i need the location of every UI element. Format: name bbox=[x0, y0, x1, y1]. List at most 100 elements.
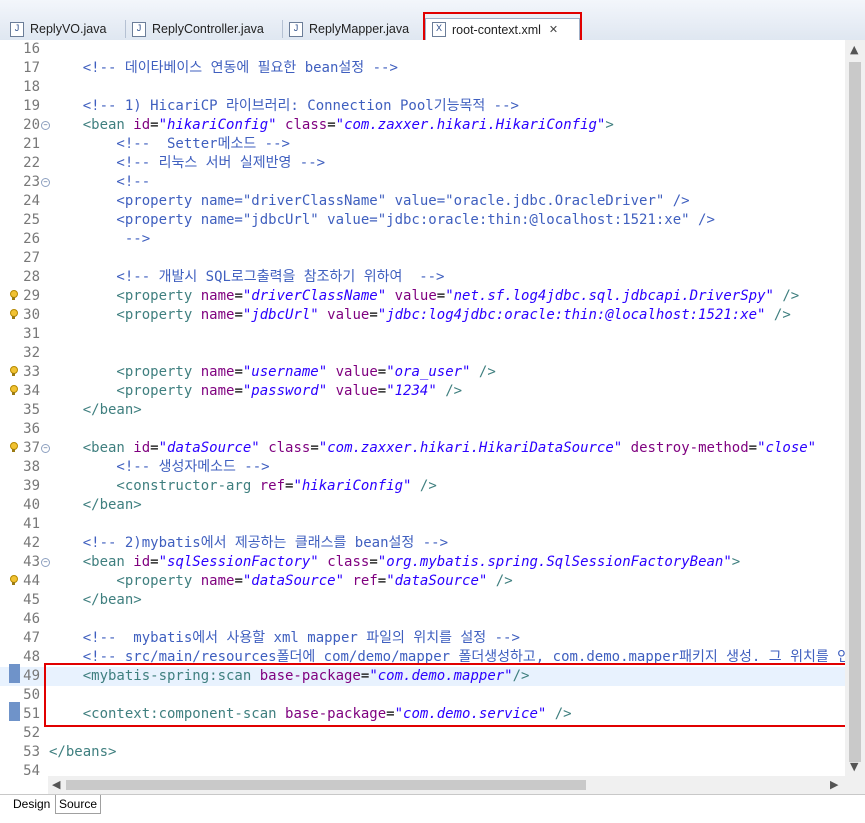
code-text: <property name="username" value="ora_use… bbox=[49, 363, 495, 382]
line-number: 34 bbox=[23, 383, 40, 399]
code-line[interactable]: 20− <bean id="hikariConfig" class="com.z… bbox=[0, 116, 845, 135]
code-token: <!-- Setter메소드 --> bbox=[49, 136, 290, 152]
code-line[interactable]: 31 bbox=[0, 325, 845, 344]
code-line[interactable]: 41 bbox=[0, 515, 845, 534]
code-line[interactable]: 34 <property name="password" value="1234… bbox=[0, 382, 845, 401]
code-line[interactable]: 25 <property name="jdbcUrl" value="jdbc:… bbox=[0, 211, 845, 230]
line-number: 22 bbox=[23, 155, 40, 171]
code-line[interactable]: 39 <constructor-arg ref="hikariConfig" /… bbox=[0, 477, 845, 496]
line-number: 21 bbox=[23, 136, 40, 152]
code-line[interactable]: 27 bbox=[0, 249, 845, 268]
line-number: 19 bbox=[23, 98, 40, 114]
tab-replycontroller[interactable]: J ReplyController.java bbox=[126, 18, 281, 40]
code-line[interactable]: 16 bbox=[0, 40, 845, 59]
code-token: <property name="driverClassName" value="… bbox=[49, 193, 690, 209]
code-highlight-box bbox=[44, 663, 845, 727]
vertical-scrollbar[interactable]: ▲ ▼ bbox=[845, 40, 865, 776]
code-line[interactable]: 19 <!-- 1) HicariCP 라이브러리: Connection Po… bbox=[0, 97, 845, 116]
line-number: 42 bbox=[23, 535, 40, 551]
code-line[interactable]: 32 bbox=[0, 344, 845, 363]
java-file-icon: J bbox=[10, 21, 24, 37]
code-line[interactable]: 22 <!-- 리눅스 서버 실제반영 --> bbox=[0, 154, 845, 173]
code-text: <!-- 2)mybatis에서 제공하는 클래스를 bean설정 --> bbox=[49, 534, 448, 553]
line-number: 48 bbox=[23, 649, 40, 665]
code-line[interactable]: 28 <!-- 개발시 SQL로그출력을 참조하기 위하여 --> bbox=[0, 268, 845, 287]
code-line[interactable]: 26 --> bbox=[0, 230, 845, 249]
code-line[interactable]: 30 <property name="jdbcUrl" value="jdbc:… bbox=[0, 306, 845, 325]
tab-design[interactable]: Design bbox=[10, 795, 53, 813]
code-token: /> bbox=[411, 478, 437, 494]
code-token: ref bbox=[259, 478, 286, 494]
line-number: 47 bbox=[23, 630, 40, 646]
code-token: "dataSource" bbox=[386, 573, 488, 589]
scroll-right-icon[interactable]: ▶ bbox=[830, 778, 838, 791]
scrollbar-corner bbox=[845, 776, 865, 794]
code-token: "org.mybatis.spring.SqlSessionFactoryBea… bbox=[377, 554, 732, 570]
code-line[interactable]: 29 <property name="driverClassName" valu… bbox=[0, 287, 845, 306]
line-number: 52 bbox=[23, 725, 40, 741]
code-token: value bbox=[335, 383, 378, 399]
scroll-down-icon[interactable]: ▼ bbox=[850, 760, 858, 773]
horizontal-scroll-thumb[interactable] bbox=[66, 780, 586, 790]
line-number: 29 bbox=[23, 288, 40, 304]
code-token: "dataSource" bbox=[158, 440, 260, 456]
code-line[interactable]: 35 </bean> bbox=[0, 401, 845, 420]
code-line[interactable]: 18 bbox=[0, 78, 845, 97]
code-token: "jdbcUrl" bbox=[242, 307, 319, 323]
code-line[interactable]: 40 </bean> bbox=[0, 496, 845, 515]
code-line[interactable]: 17 <!-- 데이타베이스 연동에 필요한 bean설정 --> bbox=[0, 59, 845, 78]
code-token: name bbox=[200, 573, 235, 589]
code-line[interactable]: 36 bbox=[0, 420, 845, 439]
vertical-scroll-thumb[interactable] bbox=[849, 62, 861, 762]
code-line[interactable]: 42 <!-- 2)mybatis에서 제공하는 클래스를 bean설정 --> bbox=[0, 534, 845, 553]
code-token: --> bbox=[49, 231, 151, 247]
line-number: 51 bbox=[23, 706, 40, 722]
code-token: = bbox=[377, 573, 387, 589]
code-token: <bean bbox=[49, 554, 134, 570]
code-token: = bbox=[369, 554, 378, 570]
tab-replymapper[interactable]: J ReplyMapper.java bbox=[283, 18, 421, 40]
code-token: = bbox=[748, 440, 758, 456]
code-text: <!-- 1) HicariCP 라이브러리: Connection Pool기… bbox=[49, 97, 519, 116]
code-token: "driverClassName" bbox=[242, 288, 387, 304]
line-number: 32 bbox=[23, 345, 40, 361]
code-text: <property name="driverClassName" value="… bbox=[49, 287, 799, 306]
horizontal-scrollbar[interactable]: ◀ ▶ bbox=[48, 776, 845, 794]
code-line[interactable]: 54 bbox=[0, 762, 845, 776]
code-line[interactable]: 46 bbox=[0, 610, 845, 629]
scroll-up-icon[interactable]: ▲ bbox=[850, 43, 858, 56]
line-number: 44 bbox=[23, 573, 40, 589]
code-token: = bbox=[150, 440, 159, 456]
code-token: <!-- 생성자메소드 --> bbox=[49, 459, 270, 475]
code-line[interactable]: 24 <property name="driverClassName" valu… bbox=[0, 192, 845, 211]
code-text: </beans> bbox=[49, 743, 116, 762]
code-token: = bbox=[327, 117, 336, 133]
line-number: 49 bbox=[23, 668, 40, 684]
code-line[interactable]: 21 <!-- Setter메소드 --> bbox=[0, 135, 845, 154]
code-line[interactable]: 45 </bean> bbox=[0, 591, 845, 610]
line-number: 37 bbox=[23, 440, 40, 456]
tab-source[interactable]: Source bbox=[55, 795, 102, 814]
tab-replyvo[interactable]: J ReplyVO.java bbox=[4, 18, 124, 40]
code-text: --> bbox=[49, 230, 150, 249]
code-token: </bean> bbox=[49, 592, 142, 608]
xml-source-editor[interactable]: 16 17 <!-- 데이타베이스 연동에 필요한 bean설정 --> 18 19 … bbox=[0, 40, 845, 776]
code-token: <!-- 1) HicariCP 라이브러리: Connection Pool기… bbox=[49, 98, 519, 114]
code-line[interactable]: 43− <bean id="sqlSessionFactory" class="… bbox=[0, 553, 845, 572]
scroll-left-icon[interactable]: ◀ bbox=[52, 778, 60, 791]
code-line[interactable]: 53 </beans> bbox=[0, 743, 845, 762]
code-token: = bbox=[234, 364, 243, 380]
code-line[interactable]: 23− <!-- bbox=[0, 173, 845, 192]
line-number: 23 bbox=[23, 174, 40, 190]
code-token: "hikariConfig" bbox=[293, 478, 412, 494]
code-line[interactable]: 33 <property name="username" value="ora_… bbox=[0, 363, 845, 382]
code-line[interactable]: 38 <!-- 생성자메소드 --> bbox=[0, 458, 845, 477]
code-token: "hikariConfig" bbox=[158, 117, 277, 133]
code-line[interactable]: 44 <property name="dataSource" ref="data… bbox=[0, 572, 845, 591]
code-token: class bbox=[285, 117, 328, 133]
editor-tab-bar: J ReplyVO.java J ReplyController.java J … bbox=[0, 0, 865, 42]
code-line[interactable]: 37− <bean id="dataSource" class="com.zax… bbox=[0, 439, 845, 458]
code-line[interactable]: 47 <!-- mybatis에서 사용할 xml mapper 파일의 위치를… bbox=[0, 629, 845, 648]
line-number: 18 bbox=[23, 79, 40, 95]
